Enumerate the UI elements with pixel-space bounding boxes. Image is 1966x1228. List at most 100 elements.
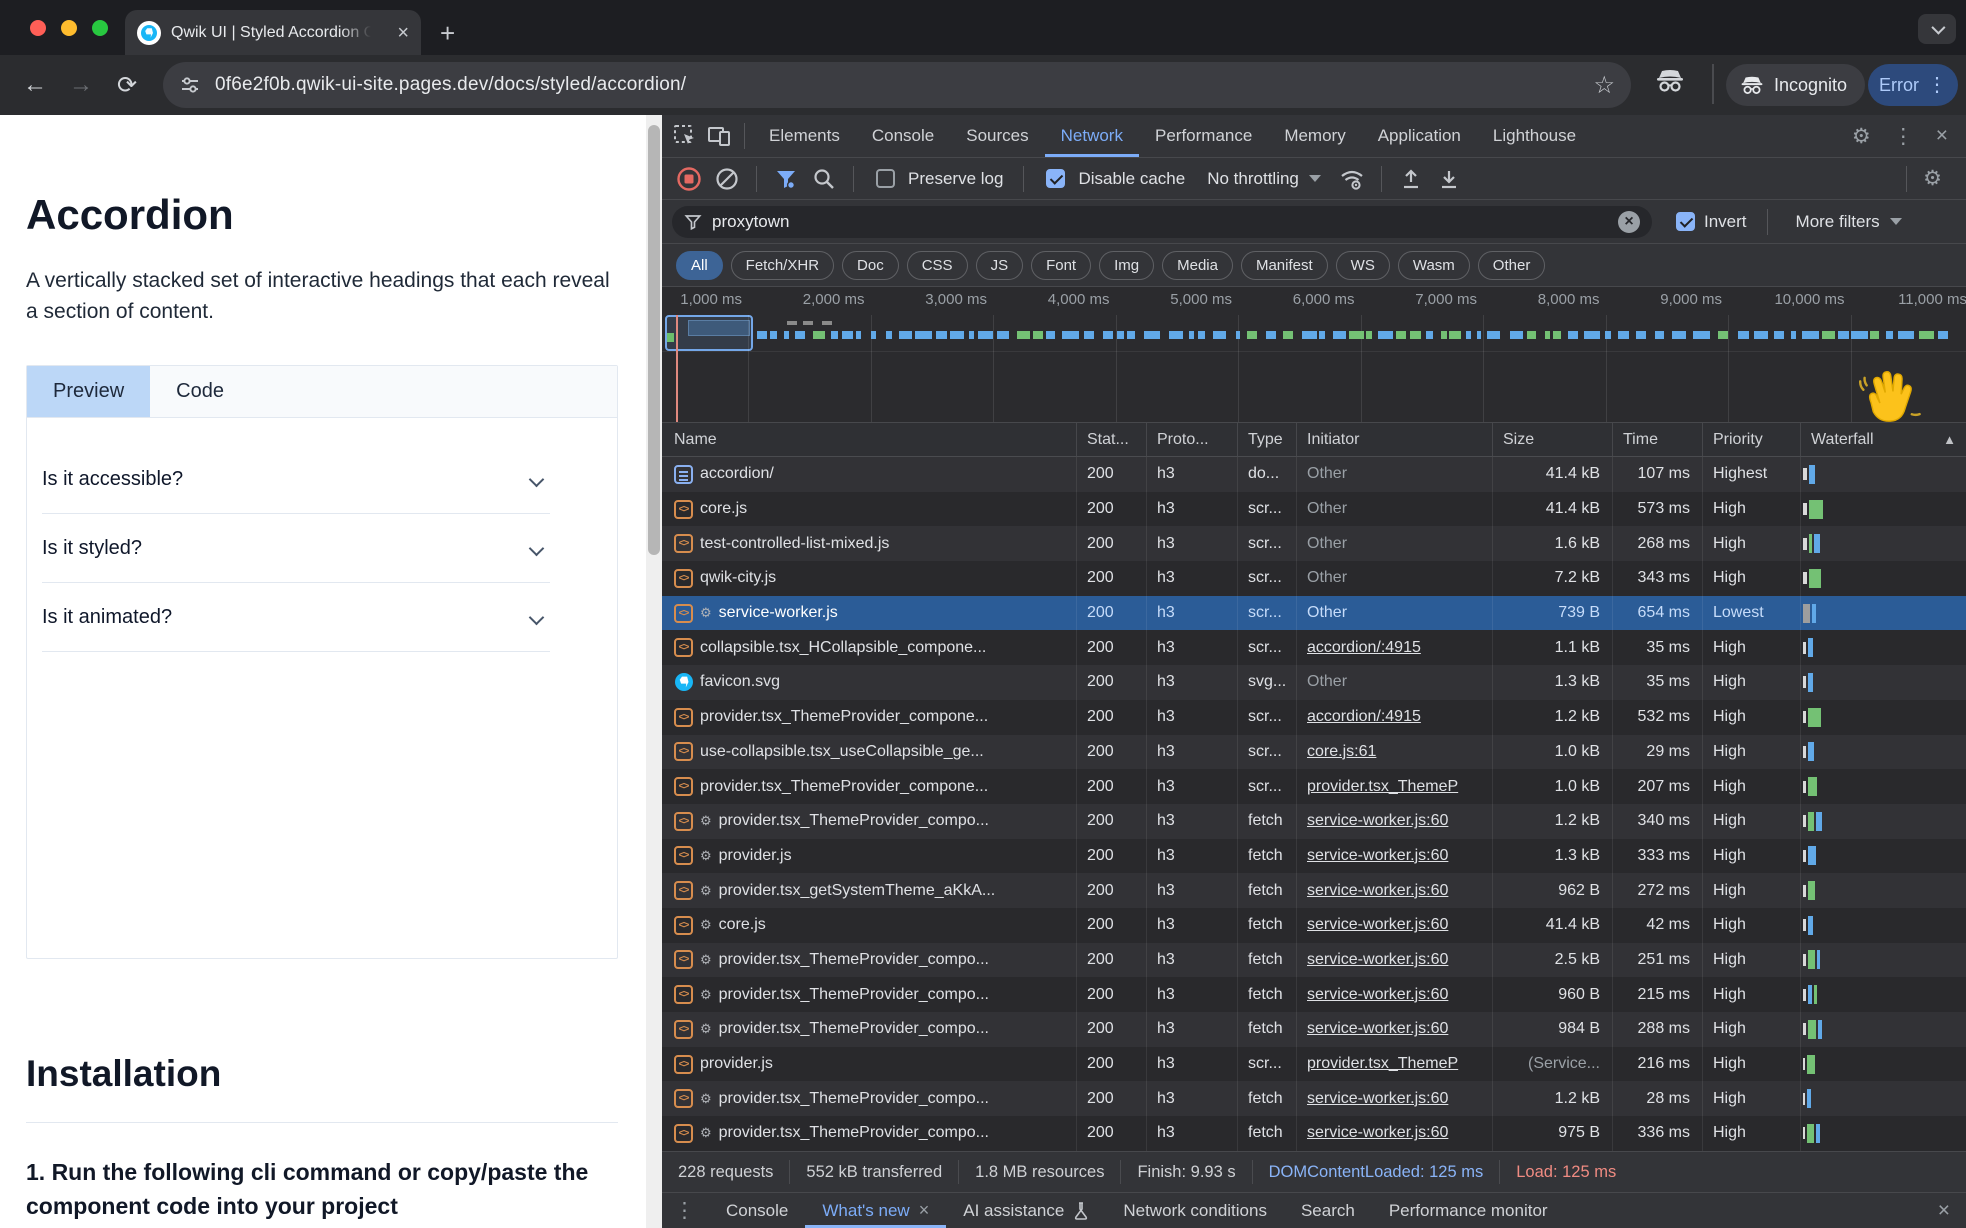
column-header-name[interactable]: Name — [662, 423, 1077, 456]
waterfall-cell[interactable] — [1801, 873, 1966, 908]
bookmark-star-icon[interactable]: ☆ — [1593, 71, 1615, 100]
network-request-row[interactable]: <>provider.js200h3scr...provider.tsx_The… — [662, 1047, 1966, 1082]
initiator-cell[interactable]: service-worker.js:60 — [1297, 1012, 1493, 1047]
waterfall-cell[interactable] — [1801, 908, 1966, 943]
request-name-cell[interactable]: <>⚙provider.tsx_ThemeProvider_compo... — [662, 804, 1077, 839]
request-name-cell[interactable]: <>provider.tsx_ThemeProvider_compone... — [662, 769, 1077, 804]
waterfall-cell[interactable] — [1801, 735, 1966, 770]
column-header-initiator[interactable]: Initiator — [1297, 423, 1493, 456]
filter-chip-doc[interactable]: Doc — [842, 251, 899, 280]
waterfall-cell[interactable] — [1801, 665, 1966, 700]
drawer-tab-ai-assistance[interactable]: AI assistance — [946, 1193, 1106, 1228]
browser-tab[interactable]: Qwik UI | Styled Accordion Co × — [125, 10, 421, 55]
maximize-window-icon[interactable] — [92, 20, 108, 36]
devtools-close-icon[interactable]: × — [1936, 124, 1948, 148]
initiator-cell[interactable]: service-worker.js:60 — [1297, 1081, 1493, 1116]
waterfall-cell[interactable] — [1801, 1081, 1966, 1116]
filter-chip-js[interactable]: JS — [976, 251, 1024, 280]
filter-chip-media[interactable]: Media — [1162, 251, 1233, 280]
page-scrollbar[interactable] — [646, 115, 662, 1228]
request-name-cell[interactable]: <>⚙provider.tsx_getSystemTheme_aKkA... — [662, 873, 1077, 908]
accordion-item[interactable]: Is it styled? — [42, 514, 550, 583]
tab-preview[interactable]: Preview — [27, 366, 150, 417]
filter-value[interactable]: proxytown — [712, 212, 1608, 232]
tab-code[interactable]: Code — [150, 366, 250, 417]
initiator-cell[interactable]: service-worker.js:60 — [1297, 908, 1493, 943]
network-request-row[interactable]: <>core.js200h3scr...Other41.4 kB573 msHi… — [662, 492, 1966, 527]
drawer-tab-what-s-new[interactable]: What's new× — [805, 1193, 946, 1228]
tab-search-button[interactable] — [1918, 14, 1956, 44]
request-name-cell[interactable]: <>qwik-city.js — [662, 561, 1077, 596]
initiator-value[interactable]: service-worker.js:60 — [1307, 1020, 1448, 1038]
initiator-cell[interactable]: Other — [1297, 561, 1493, 596]
devtools-tab-elements[interactable]: Elements — [753, 115, 856, 157]
initiator-cell[interactable]: service-worker.js:60 — [1297, 804, 1493, 839]
device-toolbar-icon[interactable] — [702, 124, 736, 148]
drawer-tab-search[interactable]: Search — [1284, 1193, 1372, 1228]
import-har-icon[interactable] — [1394, 167, 1428, 191]
network-request-row[interactable]: <>⚙provider.tsx_ThemeProvider_compo...20… — [662, 977, 1966, 1012]
network-settings-icon[interactable]: ⚙ — [1923, 166, 1942, 191]
error-button[interactable]: Error ⋮ — [1868, 64, 1958, 106]
drawer-tab-performance-monitor[interactable]: Performance monitor — [1372, 1193, 1565, 1228]
devtools-menu-icon[interactable]: ⋮ — [1893, 124, 1914, 149]
clear-network-log-icon[interactable] — [710, 167, 744, 191]
waterfall-cell[interactable] — [1801, 769, 1966, 804]
devtools-tab-memory[interactable]: Memory — [1268, 115, 1361, 157]
record-network-log-icon[interactable] — [672, 166, 706, 192]
initiator-value[interactable]: service-worker.js:60 — [1307, 916, 1448, 934]
column-header-stat[interactable]: Stat... — [1077, 423, 1147, 456]
accordion-item[interactable]: Is it animated? — [42, 583, 550, 652]
initiator-cell[interactable]: Other — [1297, 526, 1493, 561]
drawer-menu-icon[interactable]: ⋮ — [674, 1198, 695, 1223]
throttling-select[interactable]: No throttling — [1207, 169, 1321, 189]
filter-chip-css[interactable]: CSS — [907, 251, 968, 280]
initiator-value[interactable]: service-worker.js:60 — [1307, 882, 1448, 900]
waterfall-cell[interactable] — [1801, 492, 1966, 527]
network-request-row[interactable]: <>test-controlled-list-mixed.js200h3scr.… — [662, 526, 1966, 561]
filter-icon[interactable] — [769, 167, 803, 191]
column-header-size[interactable]: Size — [1493, 423, 1613, 456]
network-request-row[interactable]: <>use-collapsible.tsx_useCollapsible_ge.… — [662, 735, 1966, 770]
devtools-tab-performance[interactable]: Performance — [1139, 115, 1268, 157]
network-request-row[interactable]: <>collapsible.tsx_HCollapsible_compone..… — [662, 630, 1966, 665]
network-request-row[interactable]: <>qwik-city.js200h3scr...Other7.2 kB343 … — [662, 561, 1966, 596]
more-filters-button[interactable]: More filters — [1796, 212, 1910, 232]
drawer-close-icon[interactable]: × — [1938, 1199, 1950, 1223]
initiator-value[interactable]: service-worker.js:60 — [1307, 847, 1448, 865]
request-name-cell[interactable]: <>core.js — [662, 492, 1077, 527]
request-name-cell[interactable]: accordion/ — [662, 457, 1077, 492]
initiator-value[interactable]: accordion/:4915 — [1307, 708, 1421, 726]
column-header-time[interactable]: Time — [1613, 423, 1703, 456]
network-request-row[interactable]: favicon.svg200h3svg...Other1.3 kB35 msHi… — [662, 665, 1966, 700]
new-tab-button[interactable]: + — [440, 18, 455, 49]
filter-input[interactable]: proxytown × — [672, 206, 1652, 238]
request-name-cell[interactable]: <>⚙service-worker.js — [662, 596, 1077, 631]
reload-button[interactable]: ⟳ — [104, 71, 150, 100]
devtools-tab-console[interactable]: Console — [856, 115, 950, 157]
request-name-cell[interactable]: <>⚙provider.tsx_ThemeProvider_compo... — [662, 1116, 1077, 1151]
search-icon[interactable] — [807, 167, 841, 191]
waterfall-cell[interactable] — [1801, 1047, 1966, 1082]
network-request-row[interactable]: <>⚙service-worker.js200h3scr...Other739 … — [662, 596, 1966, 631]
drawer-tab-network-conditions[interactable]: Network conditions — [1106, 1193, 1284, 1228]
devtools-tab-network[interactable]: Network — [1045, 115, 1139, 157]
initiator-cell[interactable]: Other — [1297, 596, 1493, 631]
waterfall-cell[interactable] — [1801, 630, 1966, 665]
waterfall-cell[interactable] — [1801, 526, 1966, 561]
filter-chip-manifest[interactable]: Manifest — [1241, 251, 1328, 280]
waterfall-cell[interactable] — [1801, 700, 1966, 735]
filter-chip-other[interactable]: Other — [1478, 251, 1546, 280]
filter-chip-wasm[interactable]: Wasm — [1398, 251, 1470, 280]
network-request-row[interactable]: <>⚙provider.tsx_ThemeProvider_compo...20… — [662, 1012, 1966, 1047]
network-request-row[interactable]: <>⚙provider.tsx_getSystemTheme_aKkA...20… — [662, 873, 1966, 908]
network-request-row[interactable]: <>⚙provider.tsx_ThemeProvider_compo...20… — [662, 804, 1966, 839]
network-request-row[interactable]: <>⚙provider.tsx_ThemeProvider_compo...20… — [662, 1116, 1966, 1151]
scrollbar-thumb[interactable] — [648, 125, 660, 555]
initiator-value[interactable]: service-worker.js:60 — [1307, 1090, 1448, 1108]
devtools-settings-icon[interactable]: ⚙ — [1852, 124, 1871, 149]
request-name-cell[interactable]: <>provider.tsx_ThemeProvider_compone... — [662, 700, 1077, 735]
waterfall-cell[interactable] — [1801, 1012, 1966, 1047]
drawer-tab-console[interactable]: Console — [709, 1193, 805, 1228]
initiator-value[interactable]: service-worker.js:60 — [1307, 986, 1448, 1004]
